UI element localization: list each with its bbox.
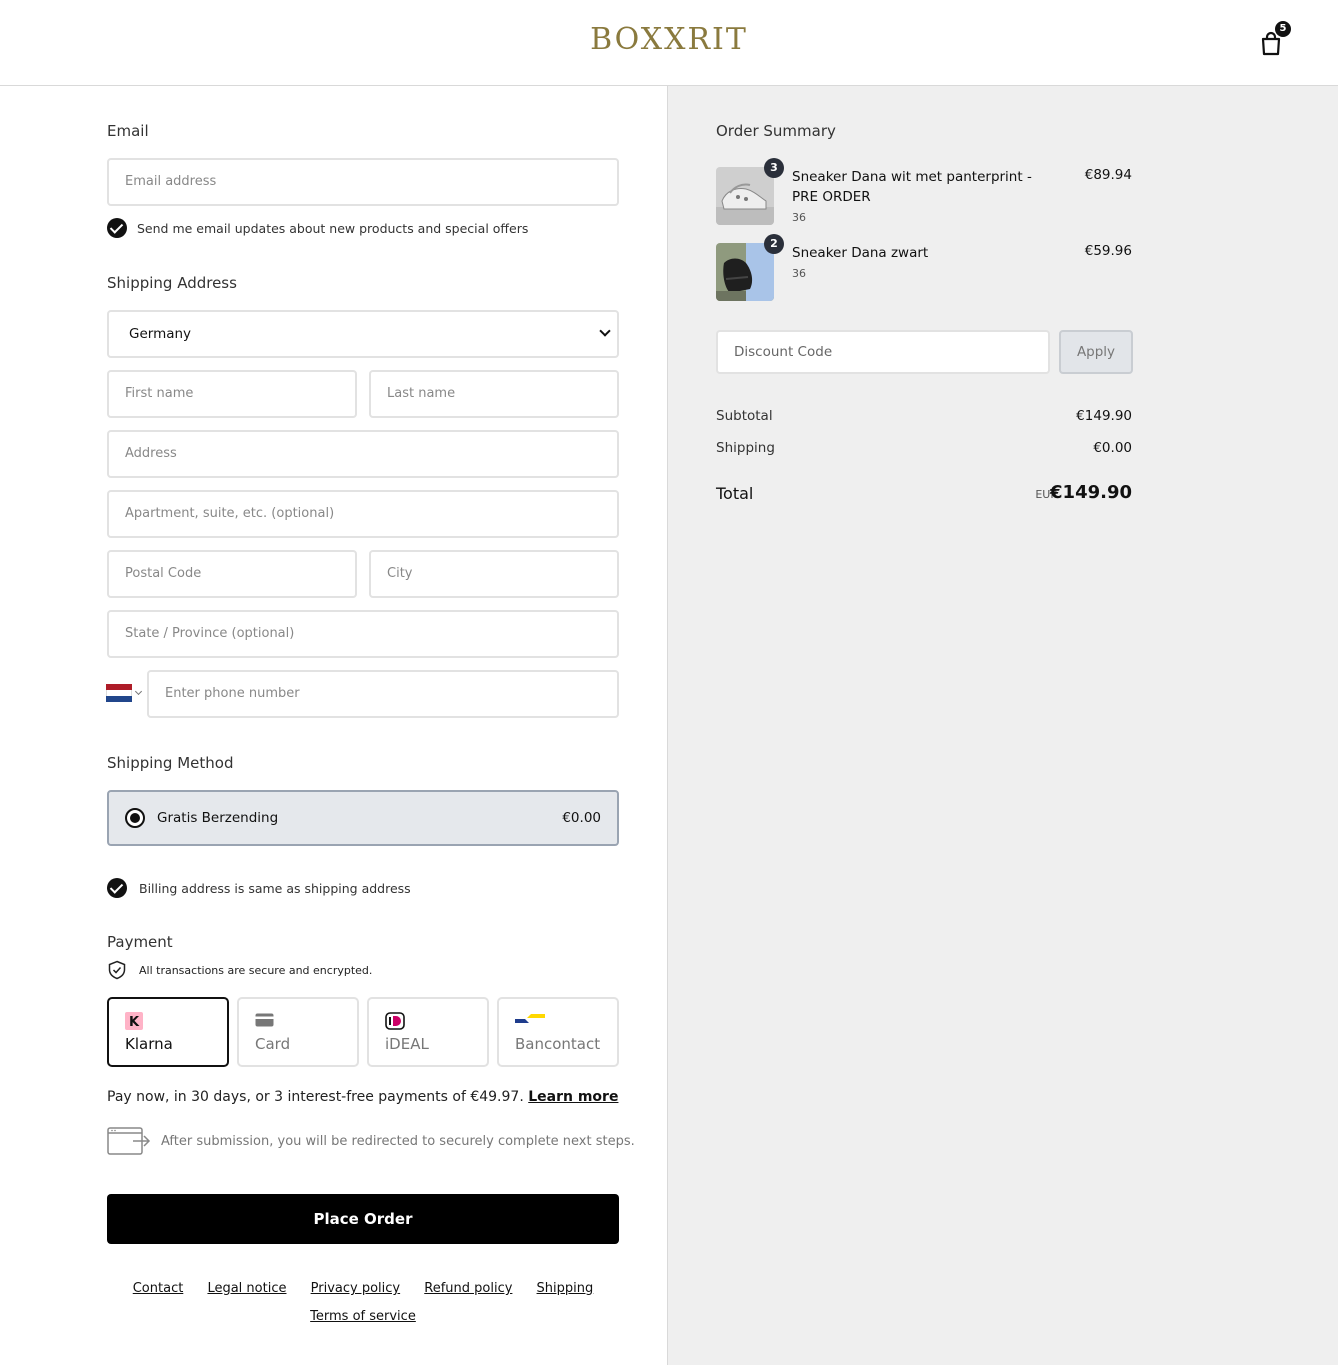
product-name: Sneaker Dana zwart	[792, 245, 929, 261]
footer-link-privacy[interactable]: Privacy policy	[311, 1281, 400, 1296]
shipping-option-price: €0.00	[562, 810, 601, 826]
subtotal-value: €149.90	[1076, 408, 1132, 424]
quantity-badge: 3	[764, 158, 784, 178]
discount-code-input[interactable]: Discount Code	[716, 330, 1050, 374]
last-name-input[interactable]: Last name	[369, 370, 619, 418]
shipping-label: Shipping	[716, 440, 775, 456]
payment-option-ideal[interactable]: iDEAL	[367, 997, 489, 1067]
radio-selected-icon[interactable]	[125, 808, 145, 828]
klarna-description: Pay now, in 30 days, or 3 interest-free …	[107, 1089, 618, 1105]
payment-option-bancontact[interactable]: Bancontact	[497, 997, 619, 1067]
site-header: BOXXRIT 5	[0, 0, 1338, 86]
shipping-method-title: Shipping Method	[107, 754, 234, 772]
email-section-title: Email	[107, 122, 149, 140]
product-image	[716, 243, 774, 301]
subtotal-row: Subtotal €149.90	[716, 408, 1132, 424]
postal-code-input[interactable]: Postal Code	[107, 550, 357, 598]
product-variant: 36	[792, 267, 806, 280]
email-input[interactable]: Email address	[107, 158, 619, 206]
shipping-option-name: Gratis Berzending	[157, 810, 279, 826]
address-input[interactable]: Address	[107, 430, 619, 478]
payment-option-label: iDEAL	[385, 1035, 429, 1053]
billing-same-checkbox[interactable]: Billing address is same as shipping addr…	[107, 878, 411, 898]
billing-same-label: Billing address is same as shipping addr…	[139, 880, 411, 896]
payment-option-card[interactable]: Card	[237, 997, 359, 1067]
footer-link-legal[interactable]: Legal notice	[207, 1281, 286, 1296]
payment-option-label: Card	[255, 1035, 291, 1053]
logo[interactable]: BOXXRIT	[0, 22, 1338, 57]
footer-links: Contact Legal notice Privacy policy Refu…	[107, 1281, 619, 1296]
bancontact-icon	[515, 1014, 545, 1023]
phone-country-chevron-icon[interactable]	[134, 687, 143, 696]
total-row: Total EUR €149.90	[716, 482, 1132, 503]
shipping-row: Shipping €0.00	[716, 440, 1132, 456]
klarna-icon: K	[125, 1012, 143, 1030]
footer-link-shipping[interactable]: Shipping	[537, 1281, 594, 1296]
learn-more-link[interactable]: Learn more	[528, 1089, 618, 1105]
first-name-input[interactable]: First name	[107, 370, 357, 418]
email-updates-label: Send me email updates about new products…	[137, 220, 529, 236]
footer-link-terms[interactable]: Terms of service	[310, 1309, 416, 1324]
email-updates-checkbox[interactable]: Send me email updates about new products…	[107, 218, 528, 238]
cart-count-badge: 5	[1275, 21, 1291, 37]
payment-option-label: Bancontact	[515, 1035, 601, 1053]
secure-text: All transactions are secure and encrypte…	[139, 963, 373, 977]
checkout-form: Email Email address Send me email update…	[0, 86, 667, 1365]
footer-link-refund[interactable]: Refund policy	[424, 1281, 512, 1296]
svg-text:K: K	[129, 1015, 140, 1030]
product-name: Sneaker Dana wit met panterprint - PRE O…	[792, 169, 1032, 205]
product-variant: 36	[792, 211, 806, 224]
order-summary-title: Order Summary	[716, 122, 836, 140]
phone-input[interactable]: Enter phone number	[147, 670, 619, 718]
product-image	[716, 167, 774, 225]
product-price: €89.94	[1084, 167, 1132, 183]
quantity-badge: 2	[764, 234, 784, 254]
payment-option-klarna[interactable]: K Klarna	[107, 997, 229, 1067]
checkbox-checked-icon[interactable]	[107, 218, 127, 238]
redirect-notice: After submission, you will be redirected…	[107, 1126, 635, 1156]
cart-item: 3 Sneaker Dana wit met panterprint - PRE…	[716, 158, 1132, 227]
product-price: €59.96	[1084, 243, 1132, 259]
country-value: Germany	[129, 326, 192, 342]
netherlands-flag-icon[interactable]	[106, 684, 132, 702]
credit-card-icon	[255, 1013, 274, 1027]
cart-item: 2 Sneaker Dana zwart 36 €59.96	[716, 234, 1132, 303]
order-summary: Order Summary 3 Sneaker Dana wit met pan…	[667, 86, 1338, 1365]
secure-notice: All transactions are secure and encrypte…	[107, 960, 372, 980]
apply-discount-button[interactable]: Apply	[1059, 330, 1133, 374]
footer-links-row2: Terms of service	[107, 1309, 619, 1324]
city-input[interactable]: City	[369, 550, 619, 598]
checkbox-checked-icon[interactable]	[107, 878, 127, 898]
total-label: Total	[716, 484, 754, 503]
footer-link-contact[interactable]: Contact	[133, 1281, 184, 1296]
redirect-text: After submission, you will be redirected…	[161, 1133, 635, 1149]
ideal-icon	[385, 1012, 405, 1030]
state-input[interactable]: State / Province (optional)	[107, 610, 619, 658]
payment-title: Payment	[107, 933, 173, 951]
place-order-button[interactable]: Place Order	[107, 1194, 619, 1244]
payment-option-label: Klarna	[125, 1035, 173, 1053]
apartment-input[interactable]: Apartment, suite, etc. (optional)	[107, 490, 619, 538]
klarna-text: Pay now, in 30 days, or 3 interest-free …	[107, 1089, 524, 1105]
subtotal-label: Subtotal	[716, 408, 773, 424]
shipping-value: €0.00	[1093, 440, 1132, 456]
shipping-address-title: Shipping Address	[107, 274, 237, 292]
shipping-option[interactable]: Gratis Berzending €0.00	[107, 790, 619, 846]
country-select[interactable]: Germany	[107, 310, 619, 358]
browser-redirect-icon	[107, 1127, 151, 1155]
total-value: €149.90	[1050, 482, 1132, 503]
shield-check-icon	[108, 960, 126, 980]
chevron-down-icon	[599, 325, 611, 337]
